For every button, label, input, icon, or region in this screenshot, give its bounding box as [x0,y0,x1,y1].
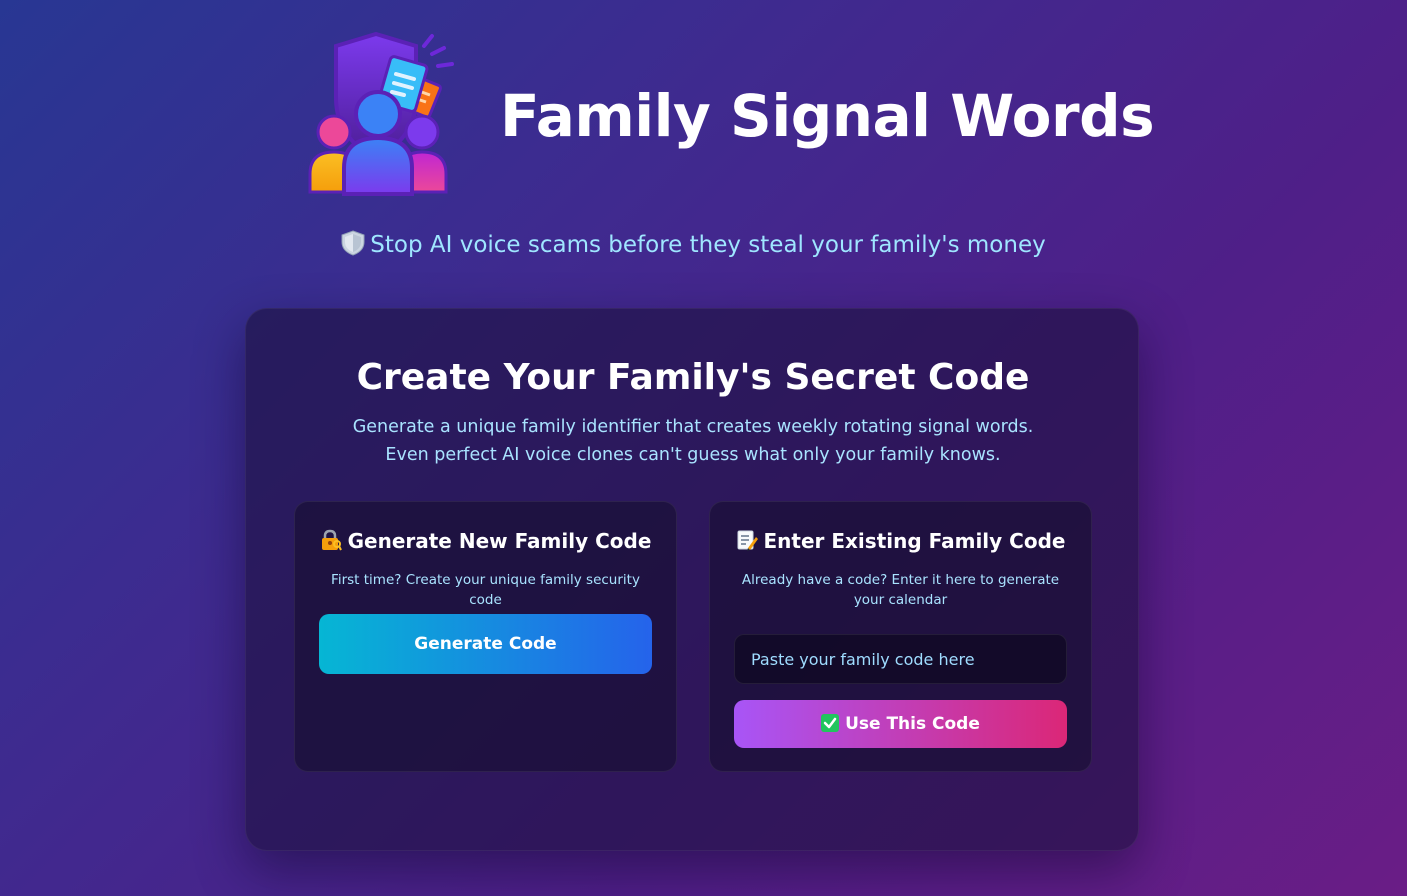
generate-code-description: First time? Create your unique family se… [331,572,640,608]
tagline: Stop AI voice scams before they steal yo… [0,228,1386,262]
card-description-line-2: Even perfect AI voice clones can't guess… [385,445,1001,465]
family-shield-logo-icon [308,31,454,196]
existing-code-description: Already have a code? Enter it here to ge… [741,572,1060,608]
use-this-code-label: Use This Code [845,714,980,734]
card-description: Generate a unique family identifier that… [246,413,1140,469]
existing-code-panel: Enter Existing Family Code Already have … [709,501,1092,772]
existing-code-title-text: Enter Existing Family Code [763,529,1066,553]
header: Family Signal Words Stop AI voice scams … [0,0,1407,258]
memo-icon [737,530,758,551]
generate-code-panel: Generate New Family Code First time? Cre… [294,501,677,772]
check-mark-icon [821,714,840,732]
tagline-text: Stop AI voice scams before they steal yo… [370,232,1046,258]
card-description-line-1: Generate a unique family identifier that… [352,417,1034,437]
generate-code-title: Generate New Family Code [295,526,676,556]
create-code-card: Create Your Family's Secret Code Generat… [245,308,1139,851]
card-title: Create Your Family's Secret Code [356,357,1030,398]
shield-icon [341,230,365,256]
existing-code-title: Enter Existing Family Code [710,526,1091,556]
family-code-input[interactable] [734,634,1067,684]
use-this-code-button[interactable]: Use This Code [734,700,1067,748]
generate-code-title-text: Generate New Family Code [347,529,652,553]
generate-code-button[interactable]: Generate Code [319,614,652,674]
app-title: Family Signal Words [500,82,1155,150]
lock-with-key-icon [321,529,342,551]
